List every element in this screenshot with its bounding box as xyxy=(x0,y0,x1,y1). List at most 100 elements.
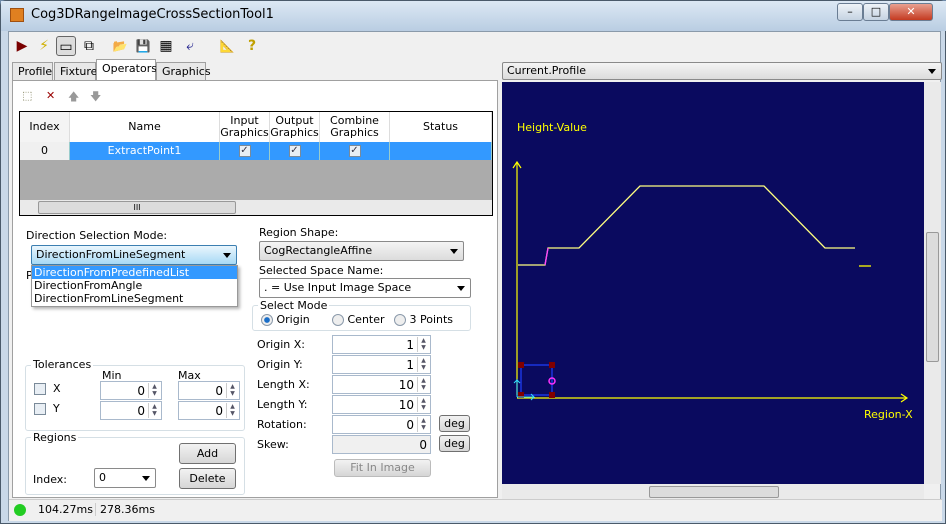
maximize-button[interactable]: □ xyxy=(863,3,889,21)
tolerance-x-checkbox[interactable] xyxy=(34,383,46,395)
spinner-icon[interactable]: ▲ ▼ xyxy=(226,403,238,418)
close-button[interactable]: ✕ xyxy=(889,3,933,21)
tab-fixture[interactable]: Fixture xyxy=(54,62,97,80)
length-x-input[interactable]: 10 ▲ ▼ xyxy=(332,375,431,394)
grid-horizontal-scrollbar[interactable]: III xyxy=(20,200,492,215)
profile-display[interactable]: Height-Value Region-X xyxy=(502,82,924,484)
origin-y-label: Origin Y: xyxy=(257,358,303,371)
add-region-button[interactable]: Add xyxy=(179,443,236,464)
column-header-input-graphics[interactable]: Input Graphics xyxy=(220,112,270,142)
column-header-status[interactable]: Status xyxy=(390,112,492,142)
delete-operator-icon[interactable]: ✕ xyxy=(46,89,55,102)
skew-unit-button[interactable]: deg xyxy=(439,435,470,452)
reset-icon[interactable]: ⤶ xyxy=(180,36,200,56)
region-handle xyxy=(518,362,524,368)
tab-profile[interactable]: Profile xyxy=(12,62,53,80)
y-axis-label: Height-Value xyxy=(517,121,587,134)
radio-3-points[interactable]: 3 Points xyxy=(394,313,453,326)
radio-icon[interactable] xyxy=(394,314,406,326)
origin-x-input[interactable]: 1 ▲ ▼ xyxy=(332,335,431,354)
radio-icon[interactable] xyxy=(332,314,344,326)
save-settings-icon[interactable]: ▦ xyxy=(156,36,176,56)
tolerance-x-label: X xyxy=(53,382,61,395)
measure-icon[interactable]: 📐 xyxy=(217,36,237,56)
region-handle xyxy=(549,392,555,398)
tolerance-y-checkbox[interactable] xyxy=(34,403,46,415)
option-direction-from-line-segment[interactable]: DirectionFromLineSegment xyxy=(32,292,237,305)
spinner-icon[interactable]: ▲ ▼ xyxy=(226,383,238,398)
display-horizontal-scrollbar[interactable] xyxy=(502,484,924,500)
spinner-icon[interactable]: ▲ ▼ xyxy=(417,397,429,412)
y-max-input[interactable]: 0 ▲ ▼ xyxy=(178,401,240,420)
show-controls-icon[interactable]: ▭ xyxy=(56,36,76,56)
display-vertical-scrollbar[interactable] xyxy=(924,82,941,484)
column-header-combine-graphics[interactable]: Combine Graphics xyxy=(320,112,390,142)
display-selector-combo[interactable]: Current.Profile xyxy=(502,62,942,80)
combine-graphics-checkbox[interactable]: ✓ xyxy=(348,145,361,157)
x-min-input[interactable]: 0 ▲ ▼ xyxy=(100,381,162,400)
spinner-icon[interactable]: ▲ ▼ xyxy=(148,403,160,418)
origin-y-value: 1 xyxy=(406,358,414,372)
x-max-input[interactable]: 0 ▲ ▼ xyxy=(178,381,240,400)
row-output-graphics-cell[interactable]: ✓ xyxy=(270,142,320,160)
column-header-index[interactable]: Index xyxy=(20,112,70,142)
status-bar: 104.27ms 278.36ms xyxy=(9,499,942,521)
input-graphics-checkbox[interactable]: ✓ xyxy=(238,145,251,157)
region-shape-combo[interactable]: CogRectangleAffine xyxy=(259,241,464,261)
run-icon[interactable]: ▶ xyxy=(12,36,32,56)
skew-input[interactable]: 0 xyxy=(332,435,431,454)
length-y-value: 10 xyxy=(398,398,414,412)
radio-center[interactable]: Center xyxy=(332,313,385,326)
y-min-input[interactable]: 0 ▲ ▼ xyxy=(100,401,162,420)
new-operator-icon[interactable]: ⬚ xyxy=(22,89,32,102)
tool-window: Cog3DRangeImageCrossSectionTool1 – □ ✕ ▶… xyxy=(0,0,946,524)
radio-origin[interactable]: Origin xyxy=(261,313,310,326)
spinner-icon[interactable]: ▲ ▼ xyxy=(417,337,429,352)
region-index-combo[interactable]: 0 xyxy=(94,468,156,488)
app-icon xyxy=(10,8,24,22)
length-y-input[interactable]: 10 ▲ ▼ xyxy=(332,395,431,414)
rotation-input[interactable]: 0 ▲ ▼ xyxy=(332,415,431,434)
space-name-value: . = Use Input Image Space xyxy=(264,281,412,294)
help-icon[interactable]: ? xyxy=(242,36,262,56)
save-icon[interactable]: 💾 xyxy=(133,36,153,56)
spinner-icon[interactable]: ▲ ▼ xyxy=(417,377,429,392)
profile-graphic xyxy=(512,160,909,403)
origin-y-input[interactable]: 1 ▲ ▼ xyxy=(332,355,431,374)
row-status-cell[interactable] xyxy=(390,142,492,160)
row-combine-graphics-cell[interactable]: ✓ xyxy=(320,142,390,160)
chevron-down-icon xyxy=(457,286,465,291)
direction-mode-combo[interactable]: DirectionFromLineSegment xyxy=(31,245,237,265)
delete-region-button[interactable]: Delete xyxy=(179,468,236,489)
y-min-value: 0 xyxy=(137,404,145,418)
tab-graphics[interactable]: Graphics xyxy=(156,62,211,80)
skew-label: Skew: xyxy=(257,438,289,451)
floating-icon[interactable]: ⧉ xyxy=(79,36,99,56)
option-direction-from-angle[interactable]: DirectionFromAngle xyxy=(32,279,237,292)
row-name-cell[interactable]: ExtractPoint1 xyxy=(70,142,220,160)
electric-icon[interactable]: ⚡ xyxy=(34,36,54,56)
vertical-scrollbar-thumb[interactable] xyxy=(926,232,939,362)
scrollbar-thumb[interactable]: III xyxy=(38,201,236,214)
open-icon[interactable]: 📂 xyxy=(110,36,130,56)
spinner-icon[interactable]: ▲ ▼ xyxy=(417,357,429,372)
length-y-label: Length Y: xyxy=(257,398,308,411)
move-up-icon[interactable]: 🡅 xyxy=(68,88,79,107)
row-input-graphics-cell[interactable]: ✓ xyxy=(220,142,270,160)
row-index-cell[interactable]: 0 xyxy=(20,142,70,160)
space-name-combo[interactable]: . = Use Input Image Space xyxy=(259,278,471,298)
rotation-unit-button[interactable]: deg xyxy=(439,415,470,432)
fit-in-image-button[interactable]: Fit In Image xyxy=(334,459,431,477)
tab-operators[interactable]: Operators xyxy=(96,59,157,81)
column-header-name[interactable]: Name xyxy=(70,112,220,142)
output-graphics-checkbox[interactable]: ✓ xyxy=(288,145,301,157)
move-down-icon[interactable]: 🡇 xyxy=(90,88,101,107)
option-direction-from-predefined-list[interactable]: DirectionFromPredefinedList xyxy=(32,266,237,279)
spinner-icon[interactable]: ▲ ▼ xyxy=(417,417,429,432)
column-header-output-graphics[interactable]: Output Graphics xyxy=(270,112,320,142)
spinner-icon[interactable]: ▲ ▼ xyxy=(148,383,160,398)
horizontal-scrollbar-thumb[interactable] xyxy=(649,486,779,498)
minimize-button[interactable]: – xyxy=(837,3,863,21)
profile-line xyxy=(518,185,855,266)
radio-icon[interactable] xyxy=(261,314,273,326)
